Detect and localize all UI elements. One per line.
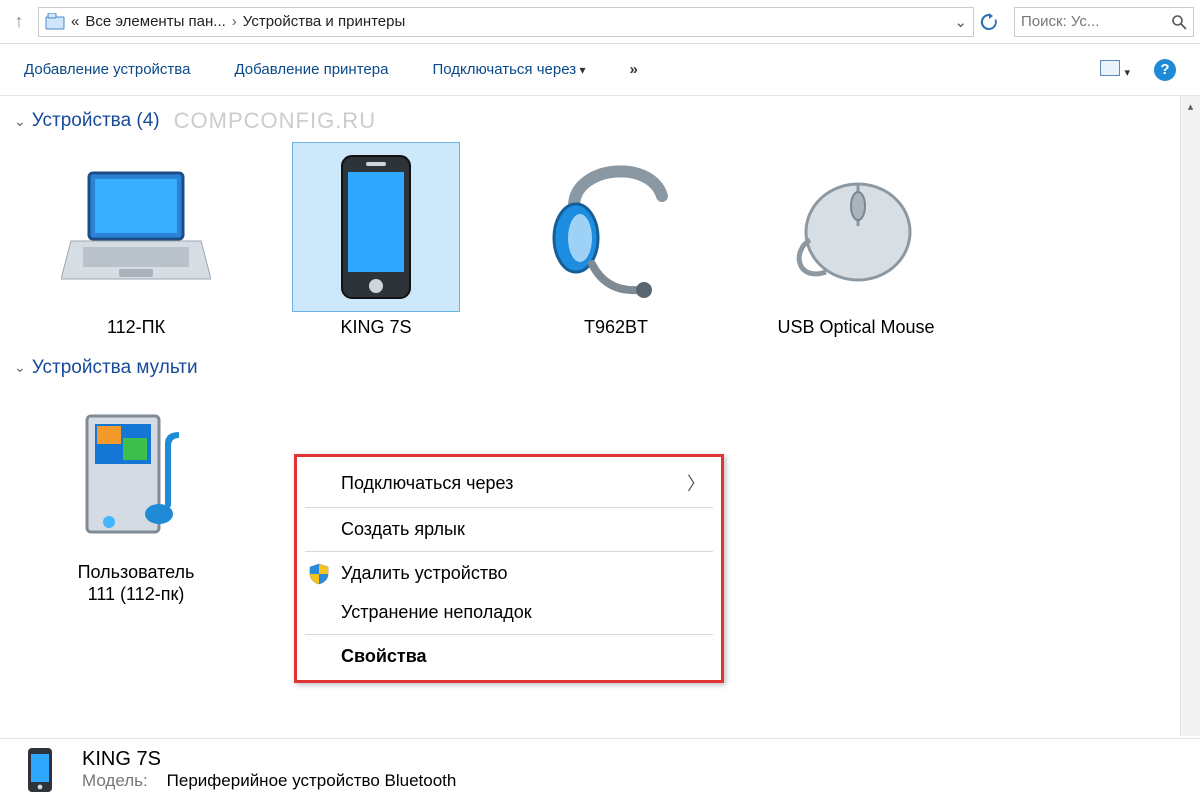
device-item-mouse[interactable]: USB Optical Mouse <box>756 142 956 339</box>
group-devices-label: Устройства (4) <box>32 110 160 132</box>
chevron-down-icon: ⌄ <box>14 359 26 376</box>
ctx-troubleshoot-label: Устранение неполадок <box>341 602 532 623</box>
help-button[interactable]: ? <box>1154 59 1176 81</box>
command-bar: Добавление устройства Добавление принтер… <box>0 44 1200 96</box>
image-icon <box>1100 60 1120 76</box>
search-input[interactable]: Поиск: Ус... <box>1014 7 1194 37</box>
breadcrumb[interactable]: « Все элементы пан... › Устройства и при… <box>38 7 974 37</box>
ctx-separator <box>305 551 713 552</box>
device-label: USB Optical Mouse <box>756 316 956 339</box>
devices-row: 112-ПК KING 7S <box>14 142 1196 339</box>
content-area: ⌄ Устройства (4) COMPCONFIG.RU 112-ПК <box>0 96 1200 736</box>
ctx-connect-via[interactable]: Подключаться через 〉 <box>297 461 721 505</box>
ctx-separator <box>305 634 713 635</box>
breadcrumb-item-1[interactable]: Все элементы пан... <box>85 13 225 30</box>
device-label: KING 7S <box>276 316 476 339</box>
device-label: 112-ПК <box>36 316 236 339</box>
connect-via-button[interactable]: Подключаться через <box>432 61 585 78</box>
details-thumb-phone-icon <box>14 744 66 796</box>
uac-shield-icon <box>309 563 329 585</box>
device-item-phone[interactable]: KING 7S <box>276 142 476 339</box>
ctx-connect-via-label: Подключаться через <box>341 473 513 494</box>
breadcrumb-prefix: « <box>71 13 79 30</box>
device-label: Пользователь 111 (112-пк) <box>36 561 236 606</box>
add-printer-button[interactable]: Добавление принтера <box>234 61 388 78</box>
details-device-name: KING 7S <box>82 748 456 771</box>
submenu-arrow-icon: 〉 <box>687 470 705 496</box>
chevron-down-icon: ⌄ <box>14 113 26 130</box>
add-device-button[interactable]: Добавление устройства <box>24 61 190 78</box>
refresh-button[interactable] <box>980 13 1008 31</box>
ctx-troubleshoot[interactable]: Устранение неполадок <box>297 593 721 632</box>
nav-up-icon[interactable]: ↑ <box>6 9 32 35</box>
toolbar-overflow-button[interactable]: » <box>629 61 637 78</box>
device-item-media[interactable]: Пользователь 111 (112-пк) <box>36 387 236 606</box>
ctx-separator <box>305 507 713 508</box>
ctx-properties[interactable]: Свойства <box>297 637 721 676</box>
mouse-icon <box>772 142 940 312</box>
group-header-multimedia[interactable]: ⌄ Устройства мульти <box>14 357 1196 379</box>
search-icon <box>1171 14 1187 30</box>
ctx-remove-device-label: Удалить устройство <box>341 563 507 584</box>
details-model-value: Периферийное устройство Bluetooth <box>167 771 457 790</box>
control-panel-icon <box>45 13 65 31</box>
context-menu: Подключаться через 〉 Создать ярлык Удали… <box>294 454 724 683</box>
breadcrumb-sep-icon: › <box>232 13 237 30</box>
details-pane: KING 7S Модель: Периферийное устройство … <box>0 738 1200 800</box>
headset-icon <box>532 142 700 312</box>
device-label: T962BT <box>516 316 716 339</box>
address-bar: ↑ « Все элементы пан... › Устройства и п… <box>0 0 1200 44</box>
ctx-properties-label: Свойства <box>341 646 427 667</box>
ctx-remove-device[interactable]: Удалить устройство <box>297 554 721 593</box>
search-placeholder: Поиск: Ус... <box>1021 13 1099 30</box>
ctx-create-shortcut[interactable]: Создать ярлык <box>297 510 721 549</box>
device-item-headset[interactable]: T962BT <box>516 142 716 339</box>
laptop-icon <box>52 142 220 312</box>
group-multimedia-label: Устройства мульти <box>32 357 198 379</box>
address-dropdown-icon[interactable]: ⌄ <box>954 13 967 31</box>
device-item-laptop[interactable]: 112-ПК <box>36 142 236 339</box>
breadcrumb-item-2[interactable]: Устройства и принтеры <box>243 13 405 30</box>
preview-pane-button[interactable]: ▾ <box>1100 60 1130 80</box>
phone-icon <box>292 142 460 312</box>
ctx-create-shortcut-label: Создать ярлык <box>341 519 465 540</box>
scroll-up-icon[interactable]: ▴ <box>1188 96 1194 117</box>
details-model-label: Модель: <box>82 771 148 790</box>
media-device-icon <box>52 387 220 557</box>
vertical-scrollbar[interactable]: ▴ <box>1180 96 1200 736</box>
watermark-text: COMPCONFIG.RU <box>174 108 376 134</box>
group-header-devices[interactable]: ⌄ Устройства (4) COMPCONFIG.RU <box>14 108 1196 134</box>
